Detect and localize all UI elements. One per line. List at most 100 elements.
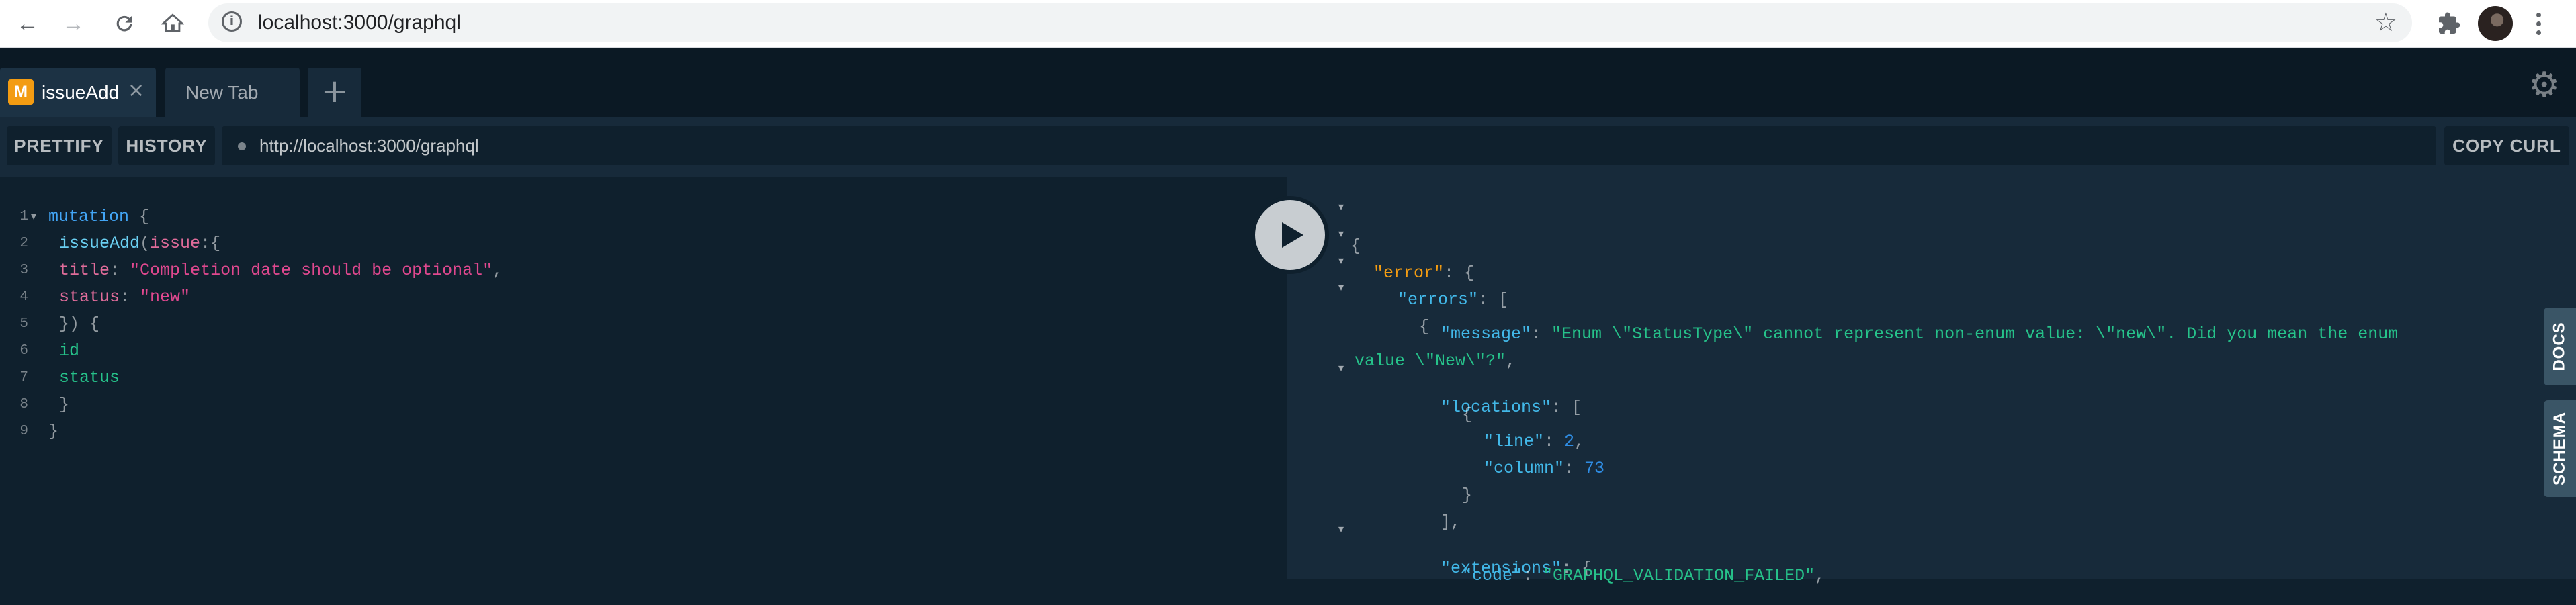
argument-name: issue: [150, 234, 201, 253]
code-text: }: [59, 395, 70, 414]
selection-field: id: [59, 341, 80, 361]
json-key: "locations": [1441, 398, 1552, 417]
result-line: "code": "GRAPHQL_VALIDATION_FAILED",: [1462, 566, 1826, 586]
code-text: }: [48, 422, 59, 441]
input-key: status: [59, 287, 120, 307]
add-tab-button[interactable]: +: [308, 68, 361, 117]
schema-tab-label: SCHEMA: [2550, 411, 2569, 486]
playground-toolbar: PRETTIFY HISTORY http://localhost:3000/g…: [0, 117, 2576, 177]
json-key: "line": [1484, 432, 1545, 451]
line-number: 5: [19, 316, 28, 332]
string-value: "Completion date should be optional": [130, 261, 493, 280]
result-line: ▾ "locations": [: [1338, 361, 1582, 417]
star-icon[interactable]: ☆: [2374, 7, 2397, 37]
fold-arrow-icon[interactable]: ▾: [1338, 361, 1344, 374]
gear-icon[interactable]: ⚙: [2528, 65, 2560, 105]
line-number: 9: [19, 424, 28, 439]
input-key: title: [59, 261, 110, 280]
json-number: 73: [1584, 459, 1605, 478]
line-number: 6: [19, 343, 28, 359]
history-button[interactable]: HISTORY: [118, 126, 215, 165]
tab-label: New Tab: [185, 82, 259, 103]
json-key: "code": [1462, 566, 1523, 586]
code-line: 6 id: [0, 341, 1277, 368]
docs-tab-label: DOCS: [2550, 322, 2569, 371]
prettify-button[interactable]: PRETTIFY: [7, 126, 112, 165]
line-number: 8: [19, 397, 28, 412]
info-icon[interactable]: i: [222, 11, 242, 32]
fold-arrow-icon[interactable]: ▾: [1338, 200, 1344, 213]
line-number: 3: [19, 263, 28, 278]
tab-issueadd[interactable]: M issueAdd ×: [0, 68, 156, 117]
more-menu-icon[interactable]: [2524, 7, 2553, 40]
endpoint-url[interactable]: http://localhost:3000/graphql: [259, 136, 479, 156]
mutation-keyword: mutation: [48, 207, 130, 226]
schema-tab[interactable]: SCHEMA: [2544, 400, 2576, 497]
home-icon[interactable]: [155, 5, 191, 42]
forward-arrow-icon[interactable]: →: [55, 5, 91, 42]
result-line: "message": "Enum \"StatusType\" cannot r…: [1441, 324, 2399, 344]
result-line: "column": 73: [1484, 459, 1605, 478]
result-line: value \"New\"?",: [1355, 351, 1516, 371]
comma: ,: [492, 261, 503, 280]
line-number: 2: [19, 236, 28, 251]
code-line: 3 title: "Completion date should be opti…: [0, 261, 1277, 287]
result-line: }: [1462, 485, 1473, 505]
docs-tab[interactable]: DOCS: [2544, 308, 2576, 385]
fold-arrow-icon[interactable]: ▾: [1338, 254, 1344, 267]
code-line: 4 status: "new": [0, 287, 1277, 314]
address-bar[interactable]: i localhost:3000/graphql ☆: [208, 3, 2412, 42]
fold-arrow-icon[interactable]: ▾: [1338, 281, 1344, 293]
code-line: 9 }: [0, 422, 1277, 449]
json-string: "Enum \"StatusType\" cannot represent no…: [1551, 324, 2399, 344]
address-url[interactable]: localhost:3000/graphql: [258, 11, 461, 34]
playground-tabs-bar: M issueAdd × New Tab + ⚙: [0, 48, 2576, 117]
code-line: 2 issueAdd(issue:{: [0, 234, 1277, 261]
result-line: ],: [1441, 512, 1461, 532]
brace: {: [139, 207, 150, 226]
field-name: issueAdd: [59, 234, 140, 253]
close-icon[interactable]: ×: [128, 79, 144, 102]
result-line: ▾ "extensions": {: [1338, 522, 1592, 578]
colon: :: [110, 261, 120, 280]
tab-new-tab[interactable]: New Tab: [165, 68, 300, 117]
colon: :: [120, 287, 130, 307]
punctuation: :{: [200, 234, 221, 253]
line-number: 4: [19, 289, 28, 305]
result-line: {: [1462, 405, 1473, 424]
json-string: "GRAPHQL_VALIDATION_FAILED": [1543, 566, 1815, 586]
json-key: "column": [1484, 459, 1565, 478]
profile-avatar[interactable]: [2478, 6, 2513, 41]
line-number: 7: [19, 370, 28, 385]
status-dot-icon: [238, 142, 246, 150]
reload-icon[interactable]: [106, 5, 142, 42]
fold-arrow-icon[interactable]: ▾: [31, 210, 36, 222]
copy-curl-button[interactable]: COPY CURL: [2444, 126, 2569, 165]
json-key: "error": [1373, 263, 1445, 283]
json-number: 2: [1564, 432, 1575, 451]
tab-badge: M: [8, 79, 34, 105]
run-query-button[interactable]: [1251, 196, 1329, 274]
json-punct: {: [1350, 236, 1361, 256]
fold-arrow-icon[interactable]: ▾: [1338, 227, 1344, 240]
extensions-icon[interactable]: [2431, 5, 2467, 42]
query-editor[interactable]: 1 ▾ mutation { 2 issueAdd(issue:{ 3 titl…: [0, 177, 1287, 579]
browser-toolbar: ← → i localhost:3000/graphql ☆: [0, 0, 2576, 48]
code-line: 5 }) {: [0, 314, 1277, 341]
result-viewer[interactable]: ▾ { ▾ "error": { ▾ "errors": [ ▾ { "mess…: [1287, 177, 2576, 586]
tab-label: issueAdd: [42, 82, 120, 103]
paren: (: [140, 234, 151, 253]
json-key: "message": [1441, 324, 1532, 344]
json-key: "errors": [1398, 290, 1479, 310]
line-number: 1: [19, 209, 28, 224]
code-line: 7 status: [0, 368, 1277, 395]
code-line: 8 }: [0, 395, 1277, 422]
result-line: "line": 2,: [1484, 432, 1585, 451]
endpoint-input[interactable]: http://localhost:3000/graphql: [222, 126, 2436, 165]
fold-arrow-icon[interactable]: ▾: [1338, 522, 1344, 535]
string-value: "new": [140, 287, 191, 307]
code-line: 1 ▾ mutation {: [0, 207, 1277, 234]
json-string: value \"New\"?": [1355, 351, 1506, 371]
code-text: }) {: [59, 314, 100, 334]
back-arrow-icon[interactable]: ←: [9, 5, 46, 42]
